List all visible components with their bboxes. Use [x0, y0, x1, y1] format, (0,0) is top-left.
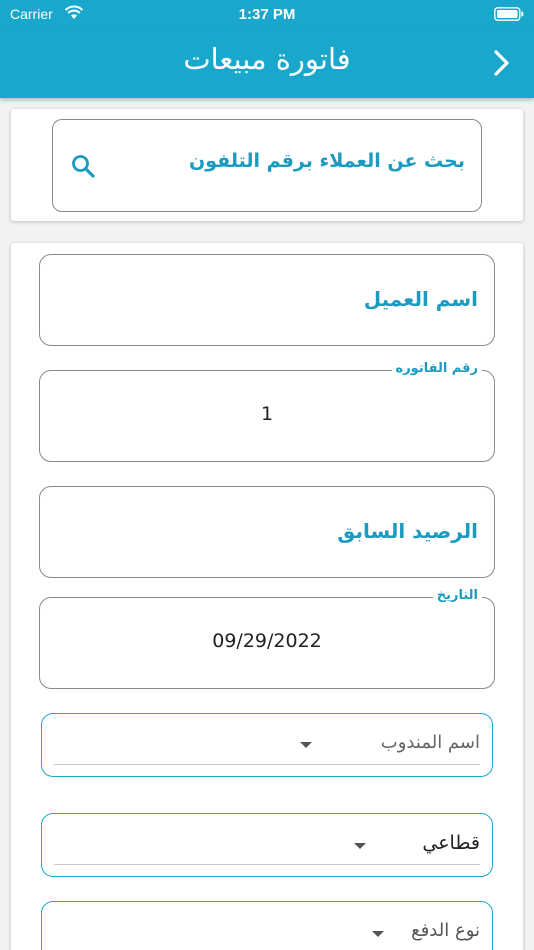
representative-dropdown[interactable]: اسم المندوب: [41, 713, 493, 777]
dropdown-arrow-icon: [372, 931, 384, 937]
sale-type-value: قطاعي: [422, 832, 480, 854]
chevron-right-icon: [494, 50, 509, 76]
page-title: فاتورة مبيعات: [183, 42, 351, 76]
status-bar: Carrier 1:37 PM: [0, 0, 534, 28]
invoice-number-field[interactable]: رقم الفاتوره 1: [39, 361, 495, 462]
search-placeholder: بحث عن العملاء برقم التلفون: [189, 150, 465, 172]
representative-placeholder: اسم المندوب: [380, 732, 480, 753]
dropdown-arrow-icon: [354, 843, 366, 849]
invoice-number-value: 1: [260, 403, 274, 425]
dropdown-underline: [54, 764, 480, 765]
payment-type-dropdown[interactable]: نوع الدفع: [41, 901, 493, 950]
customer-name-placeholder: اسم العميل: [363, 287, 478, 311]
date-label: التاريخ: [432, 588, 482, 603]
dropdown-underline: [54, 864, 480, 865]
customer-name-field[interactable]: اسم العميل: [39, 254, 495, 346]
sale-type-dropdown[interactable]: قطاعي: [41, 813, 493, 877]
date-field[interactable]: التاريخ 09/29/2022: [39, 588, 495, 689]
dropdown-arrow-icon: [300, 742, 312, 748]
customer-phone-search[interactable]: بحث عن العملاء برقم التلفون: [52, 119, 482, 212]
date-value: 09/29/2022: [212, 630, 322, 652]
search-card: بحث عن العملاء برقم التلفون: [11, 109, 523, 221]
status-time: 1:37 PM: [238, 6, 296, 23]
search-icon[interactable]: [70, 153, 96, 179]
previous-balance-field[interactable]: الرصيد السابق: [39, 486, 495, 578]
back-button[interactable]: [482, 44, 522, 82]
invoice-form-card: اسم العميل رقم الفاتوره 1 الرصيد السابق …: [11, 243, 523, 950]
payment-type-placeholder: نوع الدفع: [411, 920, 480, 941]
previous-balance-placeholder: الرصيد السابق: [337, 519, 478, 543]
invoice-number-label: رقم الفاتوره: [391, 361, 482, 376]
battery-icon: [494, 7, 524, 21]
app-bar: فاتورة مبيعات: [0, 28, 534, 98]
